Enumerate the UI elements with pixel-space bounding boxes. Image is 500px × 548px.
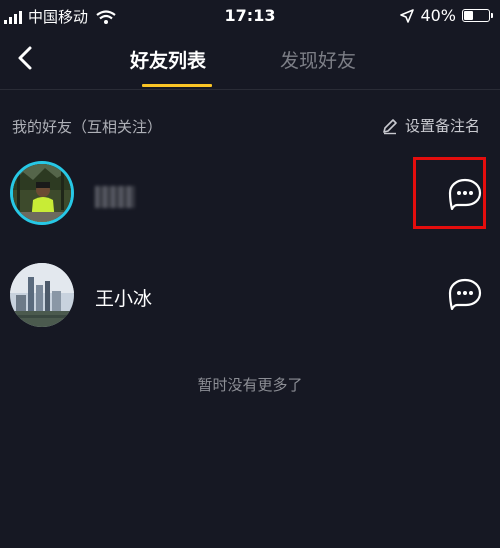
pencil-icon — [383, 118, 397, 134]
section-header: 我的好友（互相关注） 设置备注名 — [0, 112, 500, 140]
status-bar: 中国移动 17:13 40% — [0, 0, 500, 32]
top-nav: 好友列表 发现好友 — [0, 32, 500, 90]
section-title: 我的好友（互相关注） — [12, 118, 163, 136]
location-arrow-icon — [400, 8, 415, 23]
nav-divider — [0, 89, 500, 90]
battery-percent: 40% — [420, 6, 456, 25]
avatar[interactable] — [10, 263, 74, 327]
friend-name-obscured — [95, 186, 135, 208]
no-more-text: 暂时没有更多了 — [197, 376, 303, 394]
battery-fill — [464, 11, 473, 20]
highlight-box — [413, 157, 486, 229]
friend-name: 王小冰 — [95, 288, 153, 310]
tab-discover-friends[interactable]: 发现好友 — [280, 46, 356, 73]
status-right: 40% — [400, 6, 493, 25]
chat-bubble-icon[interactable] — [448, 278, 482, 310]
battery-icon — [462, 9, 493, 22]
friend-row[interactable]: 王小冰 — [0, 256, 500, 336]
set-remark-button[interactable]: 设置备注名 — [381, 115, 480, 136]
avatar[interactable] — [10, 161, 74, 225]
active-tab-indicator — [142, 84, 212, 87]
tab-friend-list[interactable]: 好友列表 — [130, 46, 206, 73]
avatar-photo — [10, 263, 74, 327]
avatar-photo — [13, 164, 71, 222]
set-remark-label: 设置备注名 — [404, 117, 480, 135]
chevron-left-icon[interactable] — [12, 44, 40, 72]
